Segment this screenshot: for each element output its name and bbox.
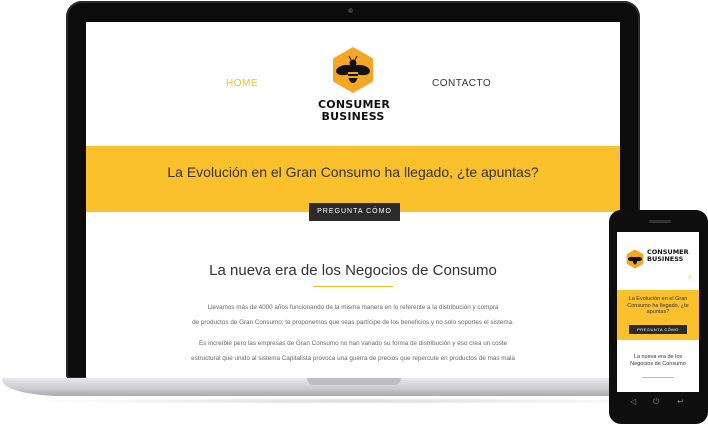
section-divider	[313, 286, 393, 287]
nav-contacto[interactable]: CONTACTO	[432, 78, 491, 89]
phone-hero-headline: La Evolución en el Gran Consumo ha llega…	[627, 296, 689, 315]
paragraph-line: Llevamos más de 4000 años funcionando de…	[207, 304, 499, 311]
phone-section-divider	[642, 377, 674, 378]
back-icon[interactable]: ◁	[630, 397, 636, 406]
paragraph-line: de productos de Gran Consumo; te propone…	[192, 319, 514, 326]
phone-logo-text: CONSUMER BUSINESS	[647, 249, 689, 263]
section-title: La nueva era de los Negocios de Consumo	[209, 262, 497, 279]
site-logo[interactable]: CONSUMER BUSINESS	[318, 46, 390, 123]
hamburger-menu-icon[interactable]: ≡	[688, 275, 692, 281]
home-icon[interactable]: ⏻	[653, 397, 659, 407]
phone-speaker	[649, 220, 671, 223]
phone-site-logo[interactable]: CONSUMER BUSINESS	[625, 248, 689, 276]
phone-logo-line-2: BUSINESS	[647, 255, 684, 263]
nav-home[interactable]: HOME	[226, 78, 258, 89]
laptop-shadow	[20, 398, 688, 404]
menu-icon[interactable]: ↩	[677, 397, 684, 406]
phone-section-title: La nueva era de los Negocios de Consumo	[630, 354, 686, 367]
paragraph-line: Es increíble pero las empresas de Gran C…	[198, 340, 507, 347]
pregunta-como-button[interactable]: PREGUNTA CÓMO	[309, 203, 400, 221]
bee-hexagon-icon	[333, 47, 373, 93]
camera-icon	[348, 8, 353, 13]
hero-headline: La Evolución en el Gran Consumo ha llega…	[167, 164, 539, 180]
laptop-screen: HOME CONSUMER BUSINESS CONTACTO La Evolu…	[86, 22, 620, 378]
laptop-notch	[307, 378, 401, 385]
phone-pregunta-como-button[interactable]: PREGUNTA CÓMO	[629, 325, 687, 334]
paragraph-line: estructural que unido al sistema Capital…	[191, 355, 515, 362]
phone-screen: CONSUMER BUSINESS ≡ La Evolución en el G…	[617, 232, 699, 392]
logo-line-2: BUSINESS	[321, 110, 385, 123]
bee-hexagon-icon	[626, 249, 644, 269]
